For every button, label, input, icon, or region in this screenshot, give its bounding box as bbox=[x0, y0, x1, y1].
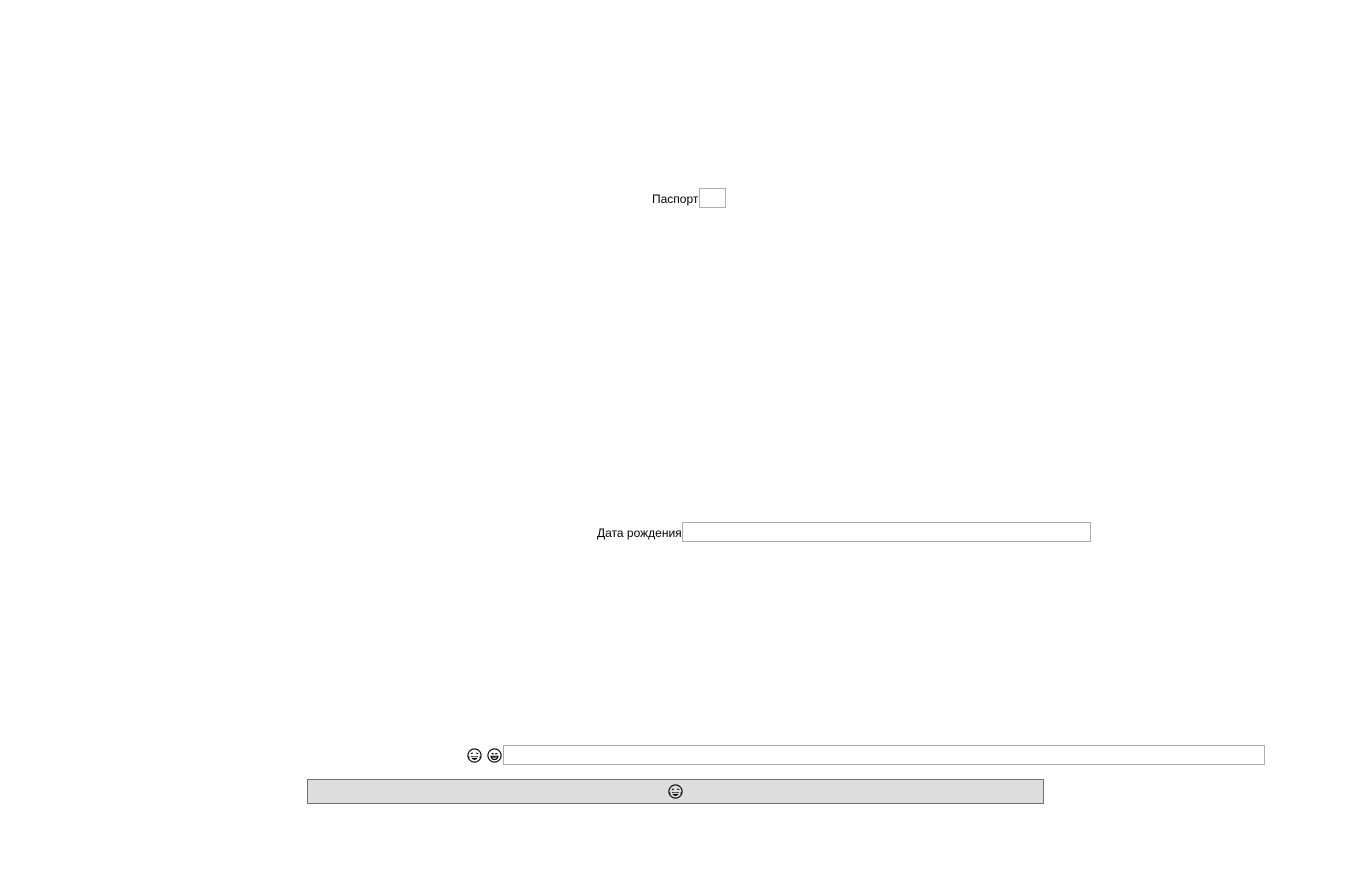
birth-date-label: Дата рождения bbox=[597, 526, 682, 540]
laughing-crying-face-icon bbox=[467, 748, 482, 763]
submit-button[interactable] bbox=[307, 779, 1044, 804]
passport-label: Паспорт bbox=[652, 192, 699, 206]
emoji-input[interactable] bbox=[503, 745, 1265, 765]
passport-input[interactable] bbox=[699, 188, 726, 208]
laughing-crying-face-icon bbox=[668, 784, 683, 799]
grinning-face-icon bbox=[487, 748, 502, 763]
birth-date-input[interactable] bbox=[682, 522, 1091, 542]
